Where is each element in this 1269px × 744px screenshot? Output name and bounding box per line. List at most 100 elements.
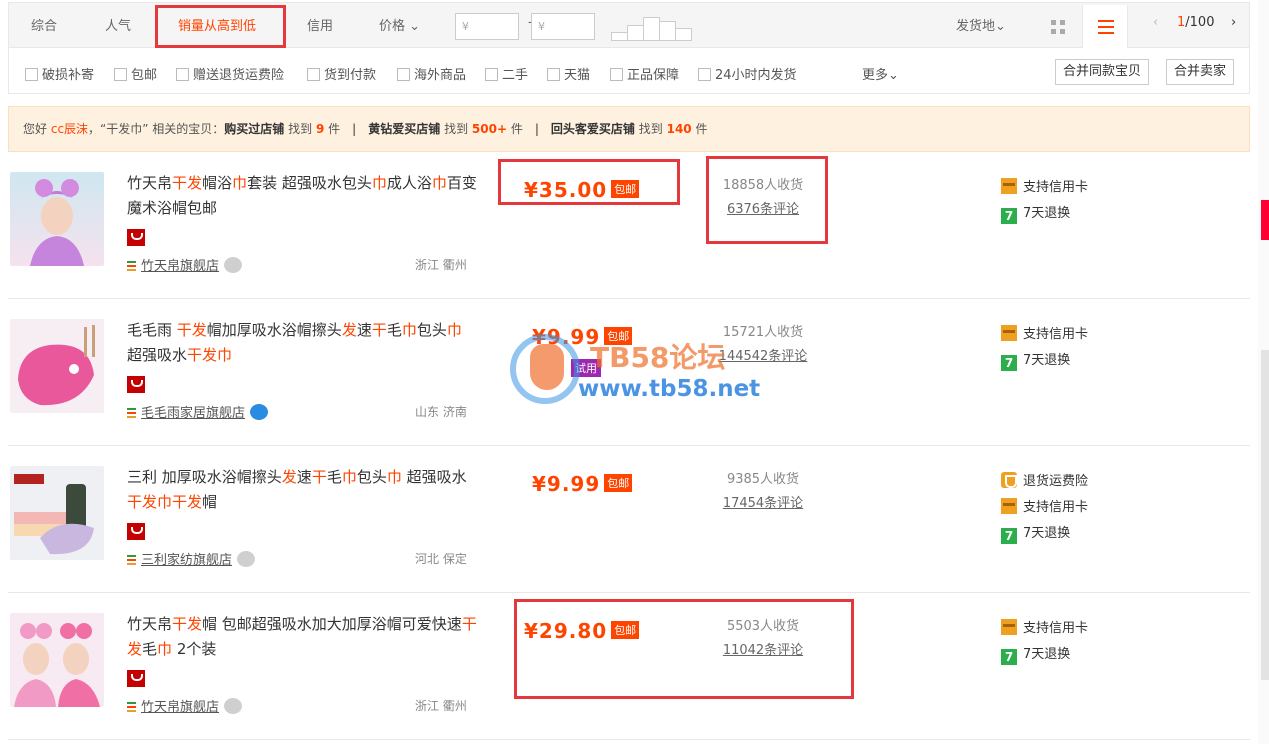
tip-found: 找到 (444, 122, 469, 136)
services: 支持信用卡 7 7天退换 (1001, 616, 1088, 668)
checkbox[interactable] (397, 68, 410, 81)
sort-popularity[interactable]: 人气 (105, 15, 131, 34)
more-filters[interactable]: 更多⌄ (862, 64, 899, 83)
chevron-down-icon: ⌄ (888, 68, 899, 83)
filter-overseas[interactable]: 海外商品 (397, 64, 466, 83)
checkbox[interactable] (698, 68, 711, 81)
filter-authentic[interactable]: 正品保障 (610, 64, 679, 83)
product-title[interactable]: 三利 加厚吸水浴帽擦头发速干毛巾包头巾 超强吸水干发巾干发帽 (127, 465, 479, 515)
title-text: 毛 (142, 640, 158, 658)
wangwang-icon[interactable] (224, 698, 243, 714)
next-page-icon[interactable]: › (1231, 15, 1236, 30)
filter-label: 货到付款 (324, 68, 377, 83)
filter-return-insurance[interactable]: 赠送退货运费险 (176, 64, 284, 83)
shop-type-icon (127, 261, 136, 271)
tip-group-label[interactable]: 黄钻爱买店铺 (368, 122, 440, 136)
title-text: 包头 (356, 468, 387, 486)
title-text: 毛毛雨 (127, 321, 177, 339)
more-label: 更多 (862, 68, 889, 83)
wangwang-icon[interactable] (224, 257, 243, 273)
wangwang-icon[interactable] (237, 551, 256, 567)
shop-name[interactable]: 竹天帛旗舰店 (141, 259, 219, 274)
service-label: 7天退换 (1023, 353, 1071, 368)
shop-name[interactable]: 竹天帛旗舰店 (141, 700, 219, 715)
checkbox[interactable] (610, 68, 623, 81)
sales-info: 15721人收货 144542条评论 (708, 321, 818, 369)
checkbox[interactable] (547, 68, 560, 81)
review-count-link[interactable]: 17454条评论 (723, 496, 803, 511)
shop-type-icon (127, 702, 136, 712)
checkbox[interactable] (307, 68, 320, 81)
trial-badge: 试用 (571, 359, 601, 377)
filter-free-shipping[interactable]: 包邮 (114, 64, 157, 83)
merge-seller-button[interactable]: 合并卖家 (1166, 59, 1235, 85)
price-distribution-bars[interactable] (611, 15, 707, 41)
checkbox[interactable] (176, 68, 189, 81)
title-keyword: 巾 (371, 174, 387, 192)
filter-damage-reissue[interactable]: 破损补寄 (25, 64, 94, 83)
product-title[interactable]: 竹天帛干发帽浴巾套装 超强吸水包头巾成人浴巾百变魔术浴帽包邮 (127, 171, 479, 221)
product-title[interactable]: 竹天帛干发帽 包邮超强吸水加大加厚浴帽可爱快速干发毛巾 2个装 (127, 612, 479, 662)
filter-bar: 破损补寄 包邮 赠送退货运费险 货到付款 海外商品 二手 天猫 正品保障 24小… (8, 48, 1250, 94)
item-location: 河北 保定 (415, 552, 467, 566)
product-image[interactable] (10, 613, 104, 707)
service-label: 支持信用卡 (1023, 500, 1089, 515)
title-keyword: 干发巾干发 (127, 493, 203, 511)
shop-link[interactable]: 三利家纺旗舰店 (127, 549, 256, 568)
shop-link[interactable]: 毛毛雨家居旗舰店 (127, 402, 269, 421)
service-label: 支持信用卡 (1023, 327, 1089, 342)
tip-group-label[interactable]: 回头客爱买店铺 (551, 122, 635, 136)
tmall-icon[interactable] (127, 229, 145, 246)
tip-group-label[interactable]: 购买过店铺 (224, 122, 284, 136)
product-title[interactable]: 毛毛雨 干发帽加厚吸水浴帽擦头发速干毛巾包头巾 超强吸水干发巾 (127, 318, 479, 368)
item-location: 山东 济南 (415, 405, 467, 419)
tip-count: 500+ (471, 122, 508, 136)
filter-second-hand[interactable]: 二手 (485, 64, 528, 83)
sort-default[interactable]: 综合 (31, 15, 57, 34)
product-image[interactable] (10, 466, 104, 560)
tip-unit: 件 (695, 122, 708, 136)
service-label: 支持信用卡 (1023, 180, 1089, 195)
annotation-box (514, 599, 854, 699)
product-image[interactable] (10, 172, 104, 266)
product-item: 毛毛雨 干发帽加厚吸水浴帽擦头发速干毛巾包头巾 超强吸水干发巾 毛毛雨家居旗舰店… (8, 299, 1250, 446)
service-label: 7天退换 (1023, 526, 1071, 541)
sort-credit[interactable]: 信用 (307, 15, 333, 34)
filter-24h-ship[interactable]: 24小时内发货 (698, 64, 797, 83)
list-view-button[interactable] (1082, 5, 1128, 49)
annotation-box (498, 159, 680, 205)
tmall-icon[interactable] (127, 670, 145, 687)
title-text: 成人浴 (386, 174, 432, 192)
product-image[interactable] (10, 319, 104, 413)
tmall-icon[interactable] (127, 523, 145, 540)
shop-name[interactable]: 毛毛雨家居旗舰店 (141, 406, 245, 421)
seven-day-return-icon: 7 (1001, 208, 1017, 224)
origin-filter[interactable]: 发货地⌄ (956, 15, 1006, 34)
grid-view-button[interactable] (1035, 5, 1081, 49)
price-max-input[interactable]: ¥ (531, 13, 595, 40)
shop-link[interactable]: 竹天帛旗舰店 (127, 255, 243, 274)
filter-tmall[interactable]: 天猫 (547, 64, 590, 83)
shop-type-icon (127, 555, 136, 565)
checkbox[interactable] (485, 68, 498, 81)
service-label: 7天退换 (1023, 206, 1071, 221)
checkbox[interactable] (25, 68, 38, 81)
wangwang-icon[interactable] (250, 404, 269, 420)
filter-cash-on-delivery[interactable]: 货到付款 (307, 64, 376, 83)
price-value: ¥9.99 (532, 325, 601, 349)
tip-found: 找到 (638, 122, 663, 136)
sort-price[interactable]: 价格 ⌄ (379, 15, 420, 34)
tmall-icon[interactable] (127, 376, 145, 393)
price-min-input[interactable]: ¥ (455, 13, 519, 40)
tip-separator: | (352, 122, 357, 136)
shop-link[interactable]: 竹天帛旗舰店 (127, 696, 243, 715)
title-text: 帽浴 (202, 174, 233, 192)
merge-same-button[interactable]: 合并同款宝贝 (1055, 59, 1150, 85)
review-count-link[interactable]: 144542条评论 (719, 349, 808, 364)
price-value: ¥9.99 (532, 472, 601, 496)
tip-separator: | (534, 122, 540, 136)
checkbox[interactable] (114, 68, 127, 81)
shop-name[interactable]: 三利家纺旗舰店 (141, 553, 232, 568)
prev-page-icon[interactable]: ‹ (1153, 15, 1158, 30)
tip-unit: 件 (510, 122, 523, 136)
